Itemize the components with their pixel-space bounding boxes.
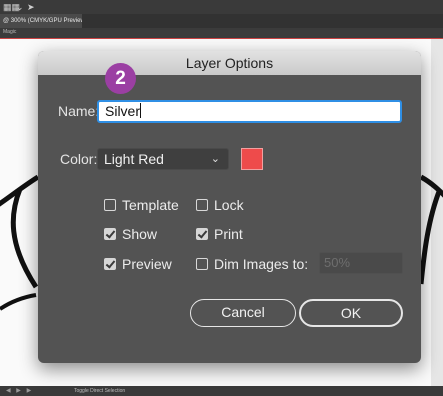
name-field[interactable]: Silver xyxy=(97,100,402,123)
step-number-badge: 2 xyxy=(105,63,136,94)
checkbox-box[interactable] xyxy=(196,258,208,270)
ruler-text: Magic xyxy=(3,29,17,35)
ruler-bar: Magic xyxy=(0,28,443,39)
app-top-bar: ▦▦ ⌄ ➤ xyxy=(0,0,443,14)
lock-label: Lock xyxy=(214,197,244,213)
show-label: Show xyxy=(122,226,158,242)
print-label: Print xyxy=(214,226,243,242)
text-caret xyxy=(140,103,142,118)
dialog-title: Layer Options xyxy=(38,51,421,75)
name-label: Name: xyxy=(58,103,100,119)
dim-images-label: Dim Images to: xyxy=(214,256,309,272)
color-select[interactable]: Light Red ⌄ xyxy=(97,148,229,170)
preview-label: Preview xyxy=(122,256,172,272)
cancel-button[interactable]: Cancel xyxy=(190,299,296,327)
checkbox-box-checked[interactable] xyxy=(104,258,116,270)
layer-options-dialog: Layer Options Name: Silver Color: Light … xyxy=(38,51,421,363)
template-checkbox[interactable]: Template xyxy=(104,197,179,213)
checkbox-box[interactable] xyxy=(196,199,208,211)
template-label: Template xyxy=(122,197,179,213)
preview-checkbox[interactable]: Preview xyxy=(104,256,172,272)
lock-checkbox[interactable]: Lock xyxy=(196,197,244,213)
ok-button[interactable]: OK xyxy=(299,299,403,327)
color-select-value: Light Red xyxy=(104,151,164,167)
chevron-down-icon[interactable]: ⌄ xyxy=(16,2,24,12)
color-swatch[interactable] xyxy=(241,148,263,170)
status-bar: ◀ ▶ ▶ Toggle Direct Selection xyxy=(0,386,443,396)
name-value: Silver xyxy=(105,103,141,119)
dim-images-field[interactable]: 50% xyxy=(319,252,403,274)
dim-images-checkbox[interactable]: Dim Images to: xyxy=(196,256,308,272)
artboard-nav[interactable]: ◀ ▶ ▶ xyxy=(6,387,33,394)
chevron-down-icon: ⌄ xyxy=(210,153,220,165)
document-tab[interactable]: @ 300% (CMYK/GPU Preview) xyxy=(0,14,82,28)
checkbox-box-checked[interactable] xyxy=(196,228,208,240)
print-checkbox[interactable]: Print xyxy=(196,226,243,242)
color-label: Color: xyxy=(60,151,98,167)
send-icon[interactable]: ➤ xyxy=(27,2,35,12)
status-text: Toggle Direct Selection xyxy=(74,388,126,394)
tab-strip xyxy=(82,14,443,28)
checkbox-box-checked[interactable] xyxy=(104,228,116,240)
show-checkbox[interactable]: Show xyxy=(104,226,157,242)
checkbox-box[interactable] xyxy=(104,199,116,211)
